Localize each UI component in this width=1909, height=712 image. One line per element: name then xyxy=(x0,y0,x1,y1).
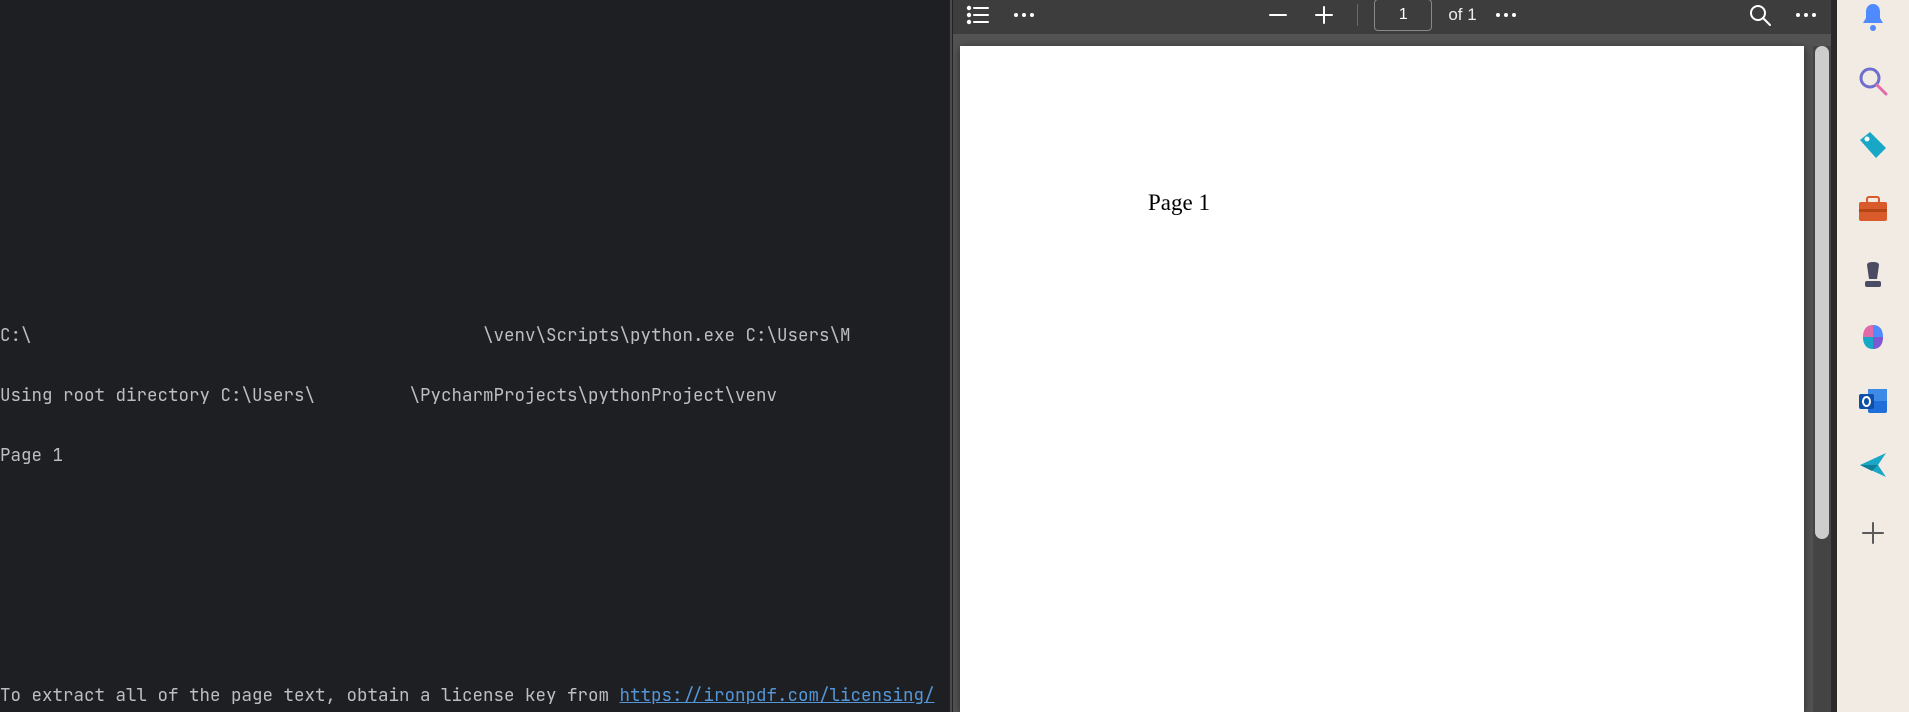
ellipsis-icon xyxy=(1795,12,1817,18)
terminal-line: C:\ \venv\Scripts\python.exe C:\Users\M … xyxy=(0,326,949,346)
windows-sidebar xyxy=(1837,0,1909,712)
terminal-line: Using root directory C:\Users\ \PycharmP… xyxy=(0,386,949,406)
pdf-toolbar: of 1 xyxy=(953,0,1831,34)
ellipsis-icon xyxy=(1013,12,1035,18)
terminal-line: Page 1 xyxy=(0,446,949,466)
tag-icon[interactable] xyxy=(1856,128,1890,162)
pdf-scroll-area[interactable]: Page 1 xyxy=(953,34,1831,712)
more-left-button[interactable] xyxy=(1007,1,1041,29)
table-of-contents-button[interactable] xyxy=(961,1,995,29)
pdf-viewer: of 1 Page 1 xyxy=(953,0,1831,712)
chess-king-icon[interactable] xyxy=(1856,256,1890,290)
search-zoom-icon[interactable] xyxy=(1856,64,1890,98)
terminal-line xyxy=(0,566,949,586)
office-365-icon[interactable] xyxy=(1856,320,1890,354)
license-text: To extract all of the page text, obtain … xyxy=(0,684,620,707)
terminal-line: To extract all of the page text, obtain … xyxy=(0,686,949,706)
more-right-button[interactable] xyxy=(1789,1,1823,29)
briefcase-icon[interactable] xyxy=(1856,192,1890,226)
send-plane-icon[interactable] xyxy=(1856,448,1890,482)
plus-add-icon[interactable] xyxy=(1856,516,1890,550)
search-icon xyxy=(1749,4,1771,26)
plus-icon xyxy=(1314,5,1334,25)
terminal-line xyxy=(0,626,949,646)
zoom-out-button[interactable] xyxy=(1261,1,1295,29)
minus-icon xyxy=(1268,5,1288,25)
pdf-page-content: Page 1 xyxy=(1148,190,1210,216)
more-center-button[interactable] xyxy=(1489,1,1523,29)
pdf-scrollbar-thumb[interactable] xyxy=(1815,46,1829,539)
toolbar-separator xyxy=(1357,4,1358,26)
terminal-line xyxy=(0,506,949,526)
pdf-page: Page 1 xyxy=(960,46,1804,712)
toc-icon xyxy=(966,5,990,25)
terminal-output[interactable]: C:\ \venv\Scripts\python.exe C:\Users\M … xyxy=(0,0,949,712)
outlook-icon[interactable] xyxy=(1856,384,1890,418)
page-number-input[interactable] xyxy=(1374,0,1432,31)
page-total-label: of 1 xyxy=(1448,5,1476,25)
ellipsis-icon xyxy=(1495,12,1517,18)
licensing-link[interactable]: https://ironpdf.com/licensing/ xyxy=(620,684,935,707)
bell-icon[interactable] xyxy=(1856,0,1890,34)
search-button[interactable] xyxy=(1743,1,1777,29)
pdf-scrollbar[interactable] xyxy=(1813,46,1831,712)
zoom-in-button[interactable] xyxy=(1307,1,1341,29)
